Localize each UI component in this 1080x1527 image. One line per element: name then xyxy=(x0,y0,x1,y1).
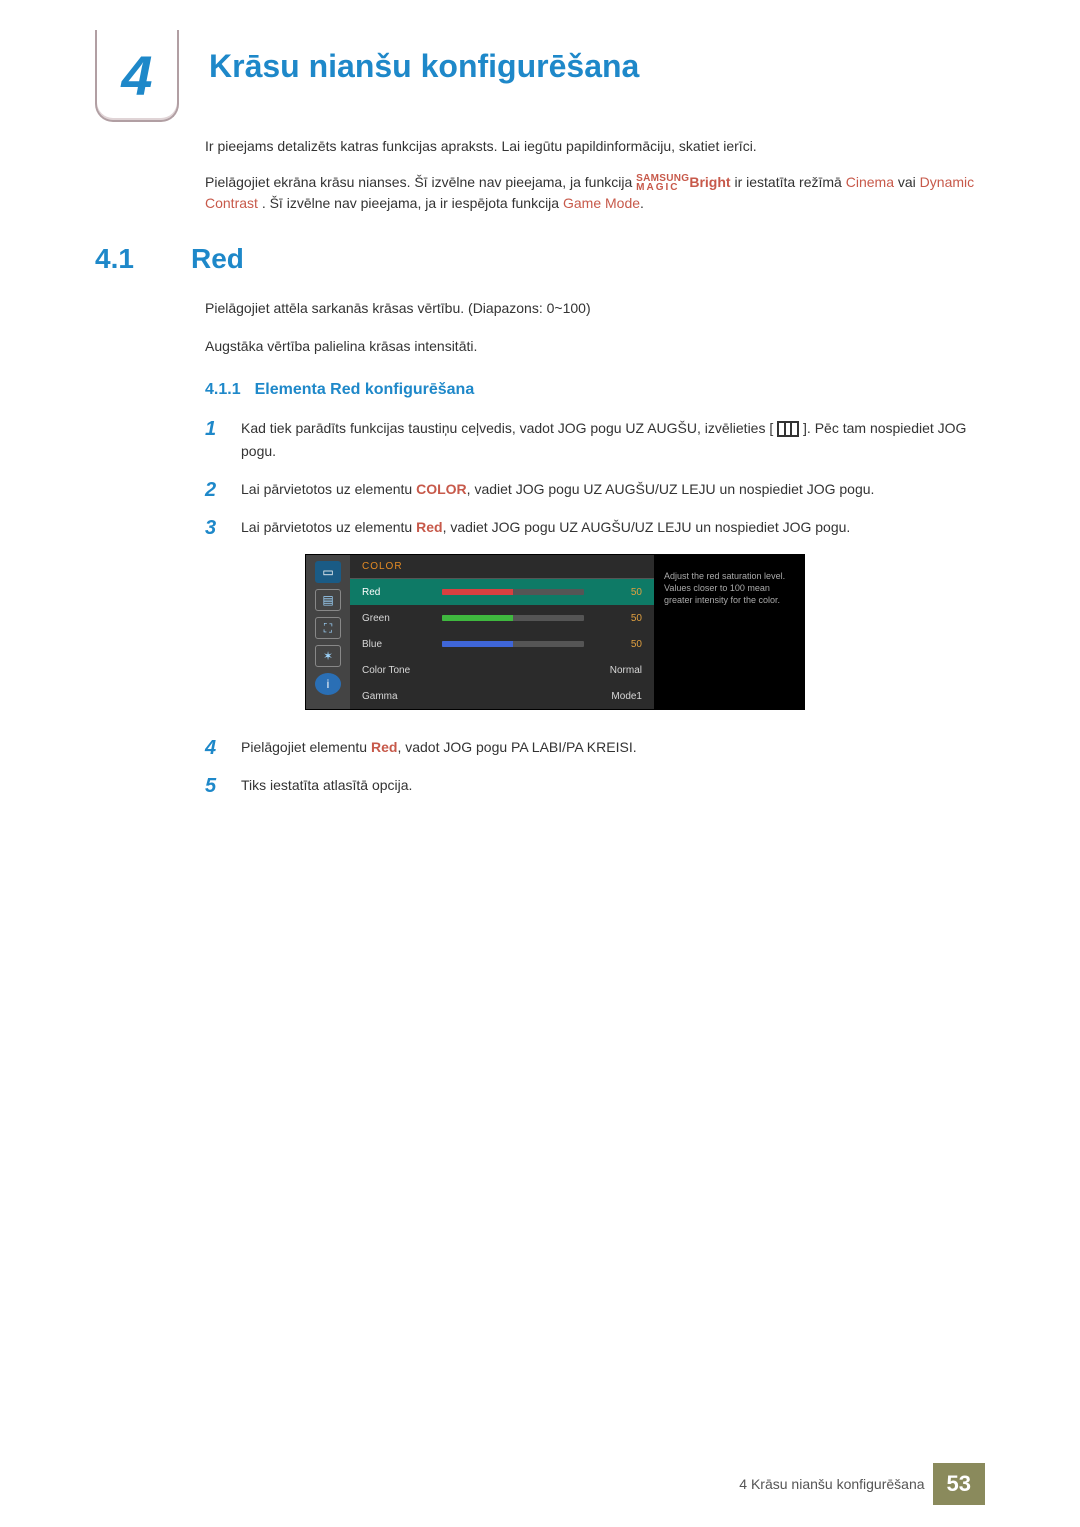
section-body: Pielāgojiet attēla sarkanās krāsas vērtī… xyxy=(205,297,985,359)
section-heading: 4.1 Red xyxy=(95,243,985,275)
bright-label: Bright xyxy=(689,174,730,190)
red-keyword-2: Red xyxy=(371,739,397,755)
footer-page-number: 53 xyxy=(933,1463,985,1505)
picture-icon: ▤ xyxy=(315,589,341,611)
samsung-magic-logo: SAMSUNG MAGIC xyxy=(636,174,689,192)
chapter-header: 4 Krāsu nianšu konfigurēšana xyxy=(95,30,985,122)
subsection-number: 4.1.1 xyxy=(205,381,241,399)
osd-slider-blue xyxy=(442,641,584,647)
menu-icon xyxy=(777,421,799,437)
osd-help-text: Adjust the red saturation level. Values … xyxy=(654,555,804,709)
step-1: Kad tiek parādīts funkcijas taustiņu ceļ… xyxy=(205,417,985,465)
osd-row-red: Red 50 xyxy=(350,579,654,605)
intro-line2: Pielāgojiet ekrāna krāsu nianses. Šī izv… xyxy=(205,172,985,215)
step-3: Lai pārvietotos uz elementu Red, vadiet … xyxy=(205,516,985,540)
osd-row-blue: Blue 50 xyxy=(350,631,654,657)
monitor-icon: ▭ xyxy=(315,561,341,583)
section-p2: Augstāka vērtība palielina krāsas intens… xyxy=(205,335,985,359)
section-number: 4.1 xyxy=(95,243,151,275)
chapter-number-tab: 4 xyxy=(95,30,179,122)
osd-screenshot: ▭ ▤ ⛶ ✶ i COLOR Red 50 Green 50 xyxy=(305,554,805,710)
step-4: Pielāgojiet elementu Red, vadot JOG pogu… xyxy=(205,736,985,760)
osd-sidebar: ▭ ▤ ⛶ ✶ i xyxy=(306,555,350,709)
osd-row-gamma: Gamma Mode1 xyxy=(350,683,654,709)
game-mode-label: Game Mode xyxy=(563,195,640,211)
osd-main-panel: COLOR Red 50 Green 50 Blue 50 Colo xyxy=(350,555,654,709)
steps-list: Kad tiek parādīts funkcijas taustiņu ceļ… xyxy=(205,417,985,541)
resize-icon: ⛶ xyxy=(315,617,341,639)
osd-slider-red xyxy=(442,589,584,595)
steps-list-continued: Pielāgojiet elementu Red, vadot JOG pogu… xyxy=(205,736,985,798)
intro-line1: Ir pieejams detalizēts katras funkcijas … xyxy=(205,136,985,158)
gear-icon: ✶ xyxy=(315,645,341,667)
step-5: Tiks iestatīta atlasītā opcija. xyxy=(205,774,985,798)
chapter-number: 4 xyxy=(121,43,152,108)
footer-chapter-title: 4 Krāsu nianšu konfigurēšana xyxy=(739,1476,924,1492)
subsection-heading: 4.1.1 Elementa Red konfigurēšana xyxy=(205,381,985,399)
osd-slider-green xyxy=(442,615,584,621)
osd-row-green: Green 50 xyxy=(350,605,654,631)
section-title: Red xyxy=(191,243,244,275)
cinema-label: Cinema xyxy=(846,174,894,190)
chapter-title: Krāsu nianšu konfigurēšana xyxy=(209,48,639,85)
info-icon: i xyxy=(315,673,341,695)
step-2: Lai pārvietotos uz elementu COLOR, vadie… xyxy=(205,478,985,502)
osd-header: COLOR xyxy=(350,555,654,579)
red-keyword: Red xyxy=(416,519,442,535)
page-footer: 4 Krāsu nianšu konfigurēšana 53 xyxy=(0,1463,1080,1505)
section-p1: Pielāgojiet attēla sarkanās krāsas vērtī… xyxy=(205,297,985,321)
color-keyword: COLOR xyxy=(416,481,467,497)
subsection-title: Elementa Red konfigurēšana xyxy=(255,381,475,399)
intro-block: Ir pieejams detalizēts katras funkcijas … xyxy=(205,136,985,215)
osd-row-color-tone: Color Tone Normal xyxy=(350,657,654,683)
